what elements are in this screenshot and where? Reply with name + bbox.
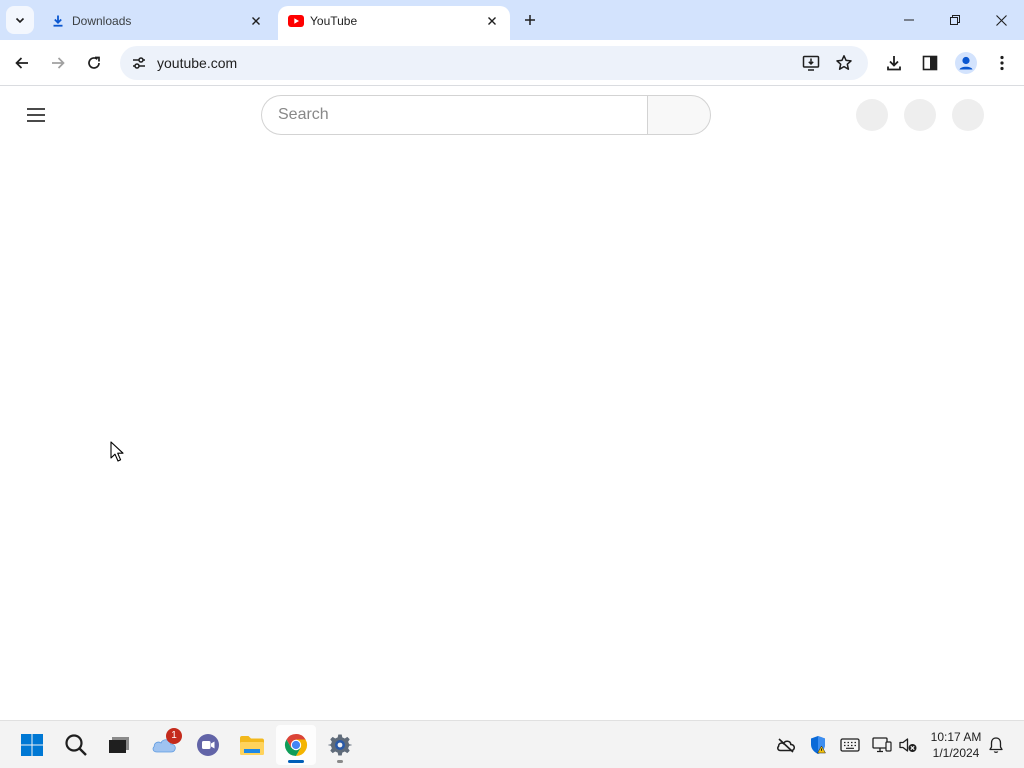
clock[interactable]: 10:17 AM 1/1/2024 [926,729,986,761]
account-avatar-placeholder[interactable] [952,99,984,131]
tab-title: Downloads [72,14,132,28]
tab-strip: Downloads YouTube [0,0,1024,40]
bookmark-star-icon[interactable] [831,50,857,76]
close-tab-icon[interactable] [246,11,266,31]
avatar-icon [955,52,977,74]
browser-toolbar: youtube.com [0,40,1024,86]
search-button[interactable] [647,95,711,135]
onedrive-offline-tray-icon[interactable] [774,733,798,757]
reload-button[interactable] [80,49,108,77]
search-input[interactable] [278,105,628,125]
reload-icon [88,56,100,69]
start-button[interactable] [12,725,52,765]
security-shield-tray-icon[interactable] [806,733,830,757]
mouse-cursor-icon [110,441,124,462]
windows-logo-icon [21,734,43,756]
back-button[interactable] [8,49,36,77]
network-tray-icon[interactable] [870,733,894,757]
address-text[interactable]: youtube.com [157,55,237,71]
notifications-button-placeholder[interactable] [904,99,936,131]
site-info-icon[interactable] [126,50,152,76]
chrome-icon [284,734,308,756]
taskbar: 1 10:17 AM 1/1/2024 [0,720,1024,768]
restore-icon [950,15,960,25]
side-panel-button[interactable] [916,49,944,77]
running-indicator [337,760,343,763]
settings-taskbar-button[interactable] [320,725,360,765]
youtube-icon [288,13,304,29]
close-tab-icon[interactable] [482,11,502,31]
tab-search-button[interactable] [6,6,34,34]
profile-button[interactable] [952,49,980,77]
minimize-button[interactable] [886,0,932,40]
file-explorer-button[interactable] [232,725,272,765]
onedrive-button[interactable]: 1 [144,725,184,765]
chrome-taskbar-button[interactable] [276,725,316,765]
screen: Downloads YouTube youtube.com Search 1 1… [0,0,1024,768]
close-window-button[interactable] [978,0,1024,40]
video-chat-icon [197,734,219,756]
gear-icon [328,734,352,756]
chevron-down-icon [15,17,25,24]
chrome-menu-button[interactable] [988,49,1016,77]
minimize-icon [904,19,914,21]
hamburger-menu-icon [27,108,45,122]
volume-muted-tray-icon[interactable] [896,733,920,757]
tab-title: YouTube [310,14,358,28]
notification-badge: 1 [166,728,182,744]
more-vertical-icon [1000,55,1004,71]
downloads-button[interactable] [880,49,908,77]
forward-button[interactable] [44,49,72,77]
keyboard-tray-icon[interactable] [838,733,862,757]
new-tab-button[interactable] [518,8,542,32]
download-icon [887,56,901,71]
youtube-page [0,87,1024,720]
download-icon [50,13,66,29]
folder-icon [240,736,264,755]
restore-button[interactable] [932,0,978,40]
taskbar-search-button[interactable] [56,725,96,765]
clock-time: 10:17 AM [930,730,982,744]
tab-downloads[interactable]: Downloads [40,6,274,40]
task-view-icon [109,737,129,753]
running-indicator [288,760,304,763]
search-box [261,95,648,135]
task-view-button[interactable] [99,725,139,765]
arrow-right-icon [52,57,65,69]
create-button-placeholder[interactable] [856,99,888,131]
guide-menu-button[interactable] [20,99,52,131]
teams-meet-button[interactable] [188,725,228,765]
notification-bell-tray-icon[interactable] [984,733,1008,757]
tab-youtube[interactable]: YouTube [278,6,510,40]
side-panel-icon [922,55,938,71]
address-bar[interactable]: youtube.com [120,46,868,80]
close-icon [995,14,1007,26]
arrow-left-icon [15,57,28,69]
search-icon [65,734,87,756]
clock-date: 1/1/2024 [932,746,980,760]
install-app-icon[interactable] [798,50,824,76]
plus-icon [525,15,535,25]
